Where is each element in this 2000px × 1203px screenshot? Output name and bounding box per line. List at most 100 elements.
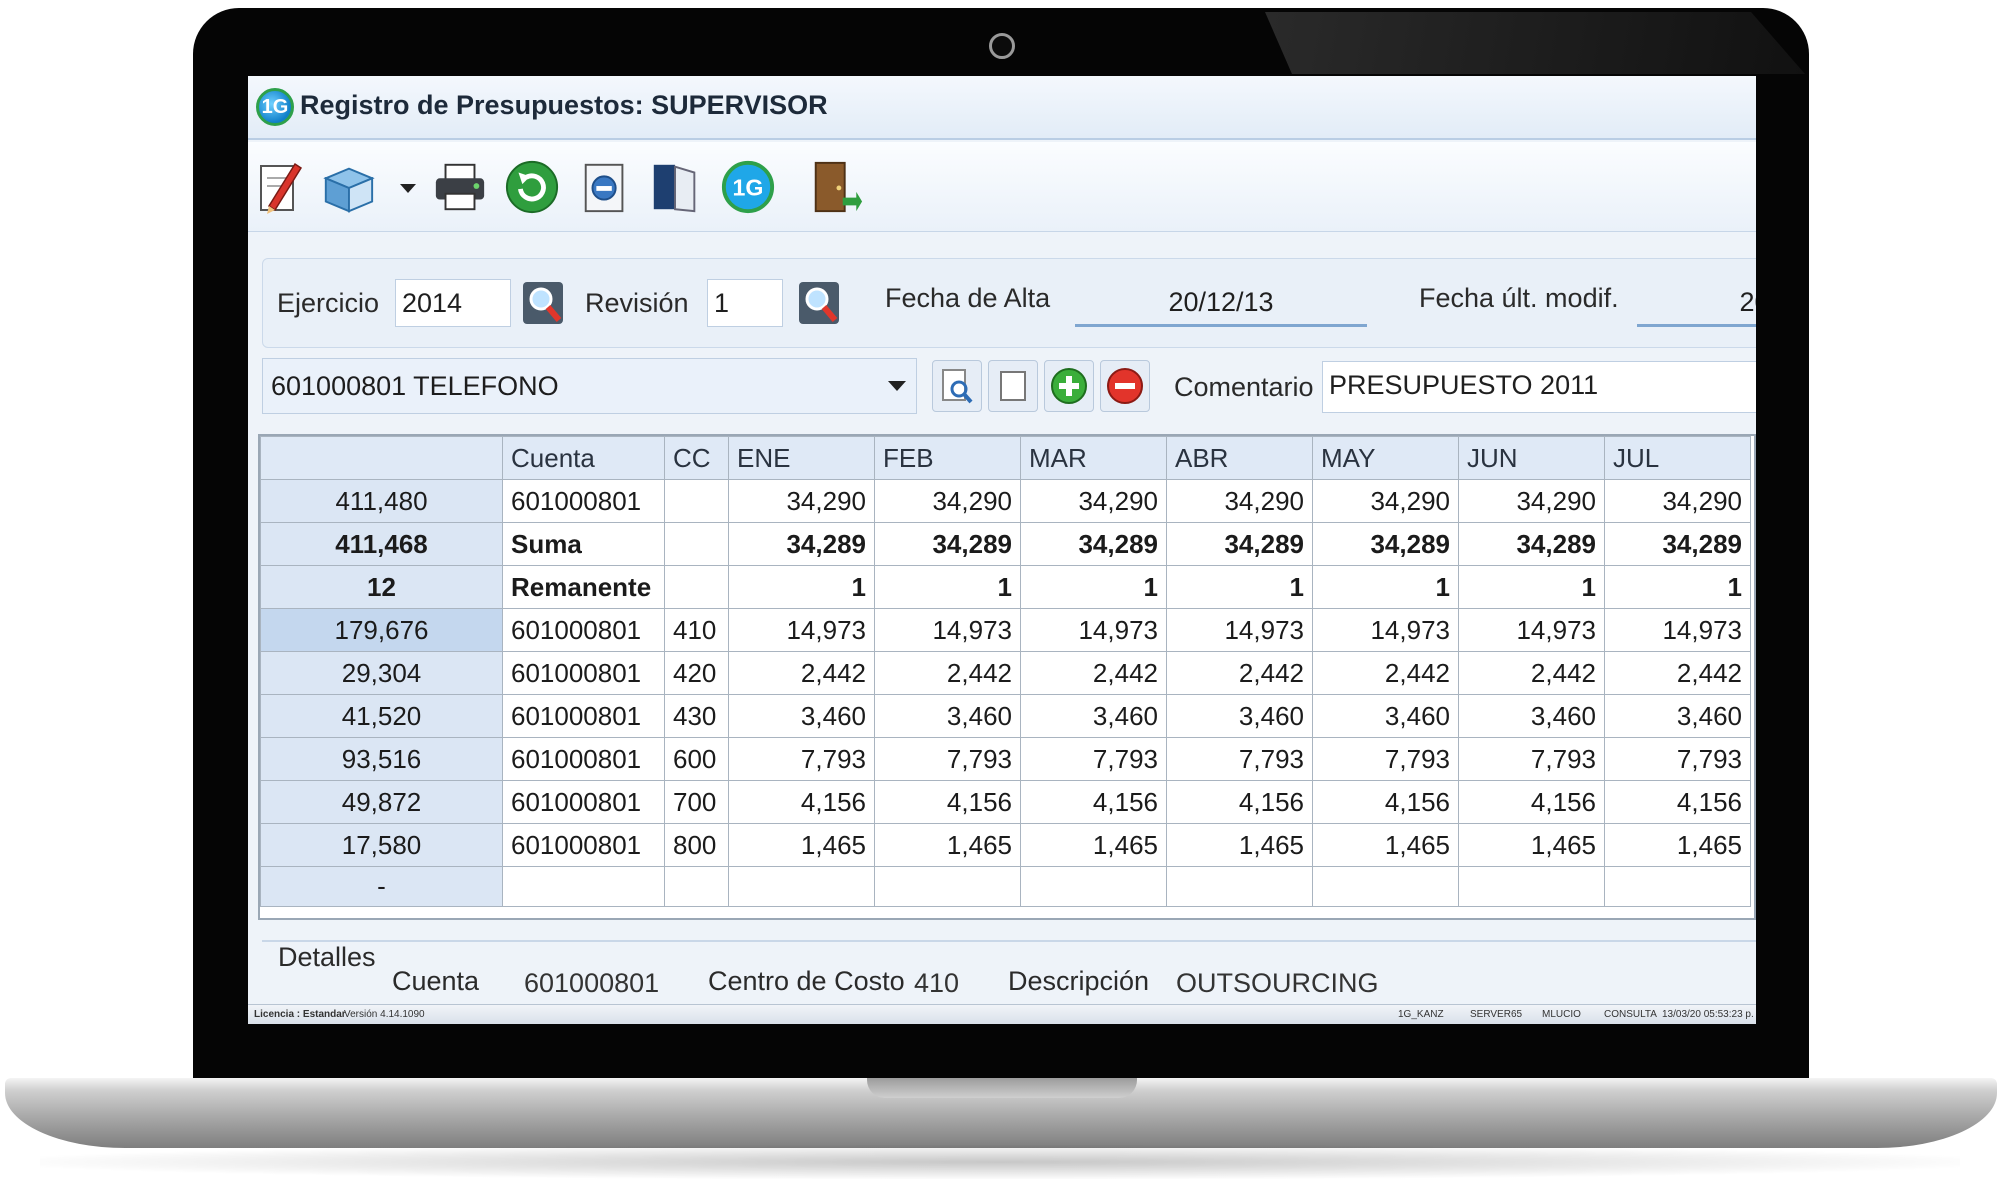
- month-cell[interactable]: 34,290: [1312, 479, 1459, 523]
- print-icon[interactable]: [432, 156, 488, 218]
- cc-cell[interactable]: 700: [664, 780, 729, 824]
- month-cell[interactable]: 1,465: [728, 823, 875, 867]
- row-total-cell[interactable]: 41,520: [260, 694, 503, 738]
- month-cell[interactable]: 7,793: [728, 737, 875, 781]
- month-cell[interactable]: 2,442: [1020, 651, 1167, 695]
- cuenta-cell[interactable]: 601000801: [502, 780, 665, 824]
- month-cell[interactable]: 34,290: [1166, 479, 1313, 523]
- month-cell[interactable]: 14,973: [874, 608, 1021, 652]
- month-cell[interactable]: 2,442: [874, 651, 1021, 695]
- column-header[interactable]: JUL: [1604, 436, 1751, 480]
- month-cell[interactable]: 14,973: [1312, 608, 1459, 652]
- column-header[interactable]: ENE: [728, 436, 875, 480]
- month-cell[interactable]: 4,156: [1604, 780, 1751, 824]
- month-cell[interactable]: 34,290: [728, 479, 875, 523]
- cc-cell[interactable]: [664, 565, 729, 609]
- month-cell[interactable]: 34,289: [1458, 522, 1605, 566]
- month-cell[interactable]: 34,290: [874, 479, 1021, 523]
- empty-cell[interactable]: [502, 866, 665, 907]
- month-cell[interactable]: 34,289: [1312, 522, 1459, 566]
- month-cell[interactable]: 7,793: [1458, 737, 1605, 781]
- month-cell[interactable]: 7,793: [1312, 737, 1459, 781]
- month-cell[interactable]: 3,460: [1166, 694, 1313, 738]
- edit-pencil-icon[interactable]: [252, 156, 308, 218]
- empty-cell[interactable]: [1604, 866, 1751, 907]
- month-cell[interactable]: 1,465: [1166, 823, 1313, 867]
- row-total-cell[interactable]: 411,480: [260, 479, 503, 523]
- row-total-cell[interactable]: 179,676: [260, 608, 503, 652]
- empty-cell[interactable]: [664, 866, 729, 907]
- cuenta-cell[interactable]: Suma: [502, 522, 665, 566]
- month-cell[interactable]: 14,973: [1604, 608, 1751, 652]
- account-select[interactable]: 601000801 TELEFONO: [262, 358, 917, 414]
- row-total-cell[interactable]: 49,872: [260, 780, 503, 824]
- column-header[interactable]: [260, 436, 503, 480]
- month-cell[interactable]: 3,460: [1458, 694, 1605, 738]
- cuenta-cell[interactable]: 601000801: [502, 608, 665, 652]
- month-cell[interactable]: 14,973: [728, 608, 875, 652]
- cuenta-cell[interactable]: 601000801: [502, 479, 665, 523]
- column-header[interactable]: FEB: [874, 436, 1021, 480]
- cc-cell[interactable]: 600: [664, 737, 729, 781]
- cuenta-cell[interactable]: Remanente: [502, 565, 665, 609]
- column-header[interactable]: Cuenta: [502, 436, 665, 480]
- add-icon[interactable]: [1044, 360, 1094, 412]
- month-cell[interactable]: 34,290: [1604, 479, 1751, 523]
- month-cell[interactable]: 7,793: [1020, 737, 1167, 781]
- revision-lookup-icon[interactable]: [797, 280, 841, 326]
- month-cell[interactable]: 4,156: [1458, 780, 1605, 824]
- month-cell[interactable]: 7,793: [1166, 737, 1313, 781]
- month-cell[interactable]: 34,290: [1020, 479, 1167, 523]
- cuenta-cell[interactable]: 601000801: [502, 651, 665, 695]
- month-cell[interactable]: 34,289: [874, 522, 1021, 566]
- month-cell[interactable]: 2,442: [1458, 651, 1605, 695]
- preview-icon[interactable]: [578, 156, 634, 218]
- month-cell[interactable]: 1,465: [1604, 823, 1751, 867]
- month-cell[interactable]: 1: [728, 565, 875, 609]
- month-cell[interactable]: 4,156: [1166, 780, 1313, 824]
- month-cell[interactable]: 2,442: [1166, 651, 1313, 695]
- empty-cell[interactable]: [1458, 866, 1605, 907]
- month-cell[interactable]: 14,973: [1166, 608, 1313, 652]
- month-cell[interactable]: 14,973: [1458, 608, 1605, 652]
- row-total-cell[interactable]: 411,468: [260, 522, 503, 566]
- month-cell[interactable]: 34,290: [1458, 479, 1605, 523]
- chevron-down-icon[interactable]: [888, 381, 906, 391]
- refresh-icon[interactable]: [504, 156, 560, 218]
- cc-cell[interactable]: 420: [664, 651, 729, 695]
- package-icon[interactable]: [320, 156, 376, 218]
- month-cell[interactable]: 4,156: [1312, 780, 1459, 824]
- column-header[interactable]: ABR: [1166, 436, 1313, 480]
- column-header[interactable]: MAR: [1020, 436, 1167, 480]
- cc-cell[interactable]: 800: [664, 823, 729, 867]
- chevron-down-icon[interactable]: [400, 184, 416, 193]
- month-cell[interactable]: 14,973: [1020, 608, 1167, 652]
- cc-cell[interactable]: [664, 479, 729, 523]
- table-row[interactable]: 179,676 601000801 410 14,973 14,973 14,973 14,…: [260, 608, 1751, 652]
- empty-cell[interactable]: [1166, 866, 1313, 907]
- new-row-marker[interactable]: -: [260, 866, 503, 907]
- empty-cell[interactable]: [1020, 866, 1167, 907]
- month-cell[interactable]: 3,460: [1020, 694, 1167, 738]
- month-cell[interactable]: 1,465: [1312, 823, 1459, 867]
- copy-icon[interactable]: [648, 156, 704, 218]
- table-row[interactable]: 17,580 601000801 800 1,465 1,465 1,465 1,465 1,…: [260, 823, 1751, 867]
- month-cell[interactable]: 3,460: [728, 694, 875, 738]
- month-cell[interactable]: 2,442: [1312, 651, 1459, 695]
- table-row[interactable]: 41,520 601000801 430 3,460 3,460 3,460 3,460 3,…: [260, 694, 1751, 738]
- table-row[interactable]: 411,480 601000801 34,290 34,290 34,290 34,290…: [260, 479, 1751, 523]
- 1g-logo-icon[interactable]: 1G: [720, 156, 776, 218]
- month-cell[interactable]: 1: [1458, 565, 1605, 609]
- month-cell[interactable]: 1,465: [874, 823, 1021, 867]
- row-total-cell[interactable]: 29,304: [260, 651, 503, 695]
- cc-cell[interactable]: [664, 522, 729, 566]
- empty-cell[interactable]: [1312, 866, 1459, 907]
- month-cell[interactable]: 34,289: [728, 522, 875, 566]
- month-cell[interactable]: 1,465: [1020, 823, 1167, 867]
- column-header[interactable]: MAY: [1312, 436, 1459, 480]
- month-cell[interactable]: 1: [1604, 565, 1751, 609]
- cuenta-cell[interactable]: 601000801: [502, 737, 665, 781]
- clear-icon[interactable]: [988, 360, 1038, 412]
- table-row[interactable]: 411,468 Suma 34,289 34,289 34,289 34,289 34,28…: [260, 522, 1751, 566]
- month-cell[interactable]: 1: [1312, 565, 1459, 609]
